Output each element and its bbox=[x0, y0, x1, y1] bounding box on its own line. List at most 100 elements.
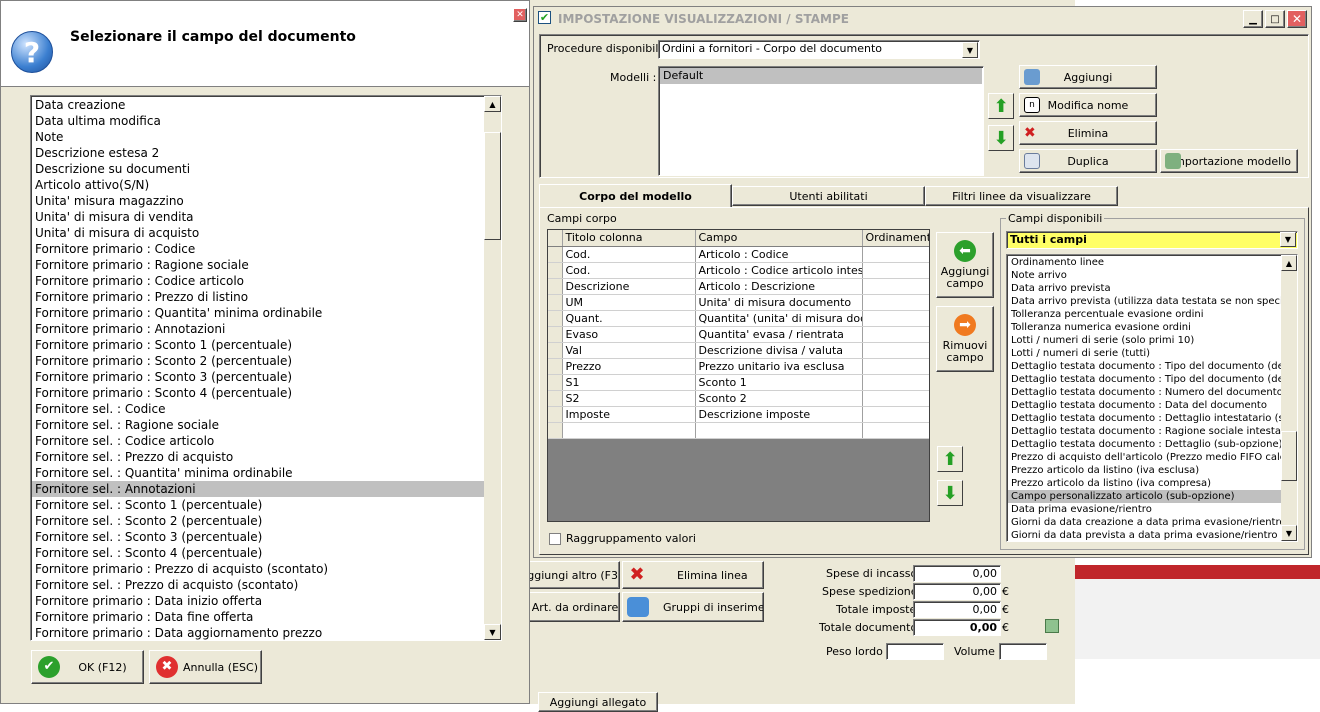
available-field-item[interactable]: Prezzo articolo da listino (iva compresa… bbox=[1008, 477, 1281, 490]
collection-costs-field[interactable]: 0,00 bbox=[913, 565, 1001, 582]
cell-field[interactable]: Articolo : Descrizione bbox=[695, 278, 863, 295]
cell-order[interactable] bbox=[862, 246, 929, 263]
table-row[interactable]: Cod.Articolo : Codice articolo intestat.… bbox=[548, 262, 929, 279]
cell-field[interactable]: Descrizione divisa / valuta bbox=[695, 342, 863, 359]
available-filter-select[interactable]: Tutti i campi ▼ bbox=[1006, 231, 1298, 249]
table-row[interactable]: Prezzo Prezzo unitario iva esclusa bbox=[548, 358, 929, 375]
import-model-button[interactable]: Importazione modello bbox=[1160, 149, 1298, 173]
table-row[interactable]: Imposte Descrizione imposte bbox=[548, 406, 929, 423]
row-selector[interactable] bbox=[548, 278, 563, 295]
row-selector[interactable] bbox=[548, 246, 563, 263]
models-list[interactable]: Default bbox=[658, 66, 984, 176]
field-list-item[interactable]: Fornitore sel. : Sconto 3 (percentuale) bbox=[32, 529, 484, 545]
available-field-item[interactable]: Giorni da data creazione a data prima ev… bbox=[1008, 516, 1281, 529]
cell-title[interactable]: Prezzo bbox=[562, 358, 696, 375]
cell-field[interactable]: Sconto 1 bbox=[695, 374, 863, 391]
chevron-down-icon[interactable]: ▼ bbox=[962, 42, 978, 58]
field-list-item[interactable]: Fornitore primario : Data inizio offerta bbox=[32, 593, 484, 609]
row-selector[interactable] bbox=[548, 390, 563, 407]
maximize-button[interactable]: □ bbox=[1265, 10, 1285, 28]
rename-model-button[interactable]: n Modifica nome bbox=[1019, 93, 1157, 117]
field-list-item[interactable]: Fornitore sel. : Ragione sociale bbox=[32, 417, 484, 433]
table-row[interactable]: UM Unita' di misura documento bbox=[548, 294, 929, 311]
available-field-item[interactable]: Prezzo di acquisto dell'articolo (Prezzo… bbox=[1008, 451, 1281, 464]
row-selector[interactable] bbox=[548, 374, 563, 391]
total-document-field[interactable]: 0,00 bbox=[913, 619, 1001, 636]
delete-model-button[interactable]: ✖ Elimina bbox=[1019, 121, 1157, 145]
gross-weight-field[interactable] bbox=[886, 643, 944, 660]
available-field-item[interactable]: Dettaglio testata documento : Tipo del d… bbox=[1008, 373, 1281, 386]
field-list-item[interactable]: Fornitore primario : Ragione sociale bbox=[32, 257, 484, 273]
row-selector[interactable] bbox=[548, 262, 563, 279]
field-list-item[interactable]: Fornitore primario : Prezzo di listino bbox=[32, 289, 484, 305]
field-list-item[interactable]: Fornitore sel. : Annotazioni bbox=[32, 481, 484, 497]
cell-order[interactable] bbox=[862, 342, 929, 359]
field-list-item[interactable]: Note bbox=[32, 129, 484, 145]
available-field-item[interactable]: Ordinamento linee bbox=[1008, 256, 1281, 269]
body-fields-grid[interactable]: Titolo colonna Campo Ordinamento Cod.Art… bbox=[547, 229, 930, 522]
table-row[interactable]: Descrizione Articolo : Descrizione bbox=[548, 278, 929, 295]
field-list-item[interactable]: Fornitore sel. : Sconto 4 (percentuale) bbox=[32, 545, 484, 561]
cell-field[interactable]: Articolo : Codice articolo intestat... bbox=[695, 262, 863, 279]
cell-title[interactable]: Imposte bbox=[562, 406, 696, 423]
grouping-checkbox[interactable] bbox=[549, 533, 561, 545]
cell-field[interactable] bbox=[695, 422, 863, 439]
field-list-item[interactable]: Descrizione su documenti bbox=[32, 161, 484, 177]
field-list-item[interactable]: Fornitore sel. : Codice articolo bbox=[32, 433, 484, 449]
table-row[interactable]: Evaso Quantita' evasa / rientrata bbox=[548, 326, 929, 343]
row-selector[interactable] bbox=[548, 294, 563, 311]
available-field-item[interactable]: Dettaglio testata documento : Ragione so… bbox=[1008, 425, 1281, 438]
cell-order[interactable] bbox=[862, 374, 929, 391]
cell-order[interactable] bbox=[862, 294, 929, 311]
insert-groups-button[interactable]: Gruppi di inserimento bbox=[622, 592, 764, 622]
delete-line-button[interactable]: ✖ Elimina linea bbox=[622, 561, 764, 589]
model-item-default[interactable]: Default bbox=[660, 68, 982, 84]
available-field-item[interactable]: Giorni da data prevista a data prima eva… bbox=[1008, 529, 1281, 541]
available-field-item[interactable]: Dettaglio testata documento : Data del d… bbox=[1008, 399, 1281, 412]
cell-title[interactable]: Quant. bbox=[562, 310, 696, 327]
field-list-item[interactable]: Data ultima modifica bbox=[32, 113, 484, 129]
table-row[interactable]: Quant.Quantita' (unita' di misura docum.… bbox=[548, 310, 929, 327]
field-list-item[interactable]: Fornitore sel. : Codice bbox=[32, 401, 484, 417]
scroll-thumb[interactable] bbox=[1281, 431, 1297, 481]
field-list-item[interactable]: Fornitore primario : Sconto 3 (percentua… bbox=[32, 369, 484, 385]
field-list-item[interactable]: Data creazione bbox=[32, 97, 484, 113]
cell-title[interactable]: Cod. bbox=[562, 262, 696, 279]
available-field-item[interactable]: Dettaglio testata documento : Tipo del d… bbox=[1008, 360, 1281, 373]
move-field-up-button[interactable]: ⬆ bbox=[937, 446, 963, 472]
shipping-costs-field[interactable]: 0,00 bbox=[913, 583, 1001, 600]
tab-line-filters[interactable]: Filtri linee da visualizzare bbox=[925, 186, 1118, 206]
field-list-item[interactable]: Fornitore sel. : Prezzo di acquisto bbox=[32, 449, 484, 465]
move-field-down-button[interactable]: ⬇ bbox=[937, 480, 963, 506]
tab-enabled-users[interactable]: Utenti abilitati bbox=[732, 186, 925, 206]
field-list-item[interactable]: Fornitore primario : Prezzo di acquisto … bbox=[32, 561, 484, 577]
row-selector[interactable] bbox=[548, 358, 563, 375]
cell-field[interactable]: Sconto 2 bbox=[695, 390, 863, 407]
field-list-item[interactable]: Fornitore primario : Sconto 4 (percentua… bbox=[32, 385, 484, 401]
column-header-title[interactable]: Titolo colonna bbox=[562, 230, 696, 247]
field-list-item[interactable]: Fornitore primario : Annotazioni bbox=[32, 321, 484, 337]
cell-field[interactable]: Quantita' (unita' di misura docum... bbox=[695, 310, 863, 327]
cell-title[interactable] bbox=[562, 422, 696, 439]
field-list[interactable]: Data creazione Data ultima modifica Note De… bbox=[30, 95, 502, 641]
add-field-button[interactable]: ⬅ Aggiungi campo bbox=[936, 232, 994, 298]
cell-title[interactable]: S1 bbox=[562, 374, 696, 391]
scroll-down-icon[interactable]: ▼ bbox=[1281, 525, 1297, 541]
table-row[interactable]: Cod. Articolo : Codice bbox=[548, 246, 929, 263]
field-list-item[interactable]: Fornitore primario : Data aggiornamento … bbox=[32, 625, 484, 640]
cell-title[interactable]: S2 bbox=[562, 390, 696, 407]
field-list-item[interactable]: Fornitore sel. : Sconto 1 (percentuale) bbox=[32, 497, 484, 513]
row-selector[interactable] bbox=[548, 342, 563, 359]
available-field-item[interactable]: Tolleranza percentuale evasione ordini bbox=[1008, 308, 1281, 321]
available-scrollbar[interactable]: ▲ ▼ bbox=[1281, 255, 1297, 541]
volume-field[interactable] bbox=[999, 643, 1047, 660]
field-list-item[interactable]: Fornitore primario : Sconto 2 (percentua… bbox=[32, 353, 484, 369]
row-selector[interactable] bbox=[548, 422, 563, 439]
close-button[interactable]: ✕ bbox=[1287, 10, 1307, 28]
available-field-item[interactable]: Tolleranza numerica evasione ordini bbox=[1008, 321, 1281, 334]
field-list-item[interactable]: Fornitore primario : Data fine offerta bbox=[32, 609, 484, 625]
cell-field[interactable]: Prezzo unitario iva esclusa bbox=[695, 358, 863, 375]
scroll-up-icon[interactable]: ▲ bbox=[1281, 255, 1297, 271]
cell-order[interactable] bbox=[862, 358, 929, 375]
total-taxes-field[interactable]: 0,00 bbox=[913, 601, 1001, 618]
